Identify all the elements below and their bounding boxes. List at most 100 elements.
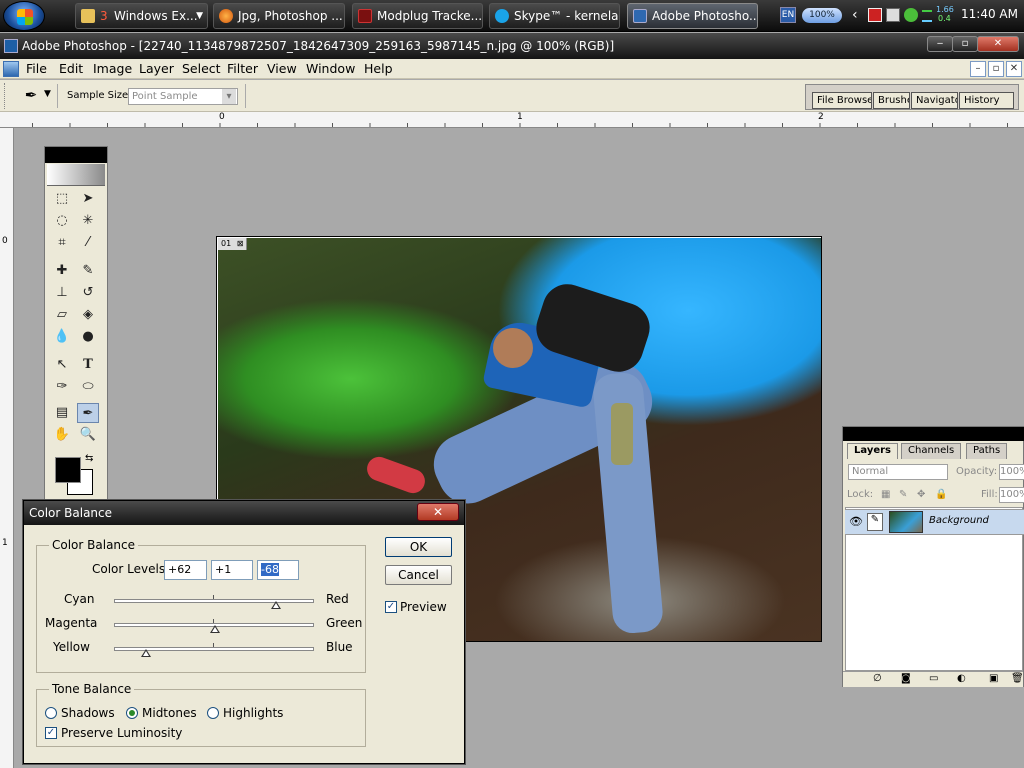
menu-file[interactable]: File — [23, 59, 50, 79]
eye-icon[interactable]: 👁 — [849, 515, 863, 528]
layer-row-background[interactable]: 👁 ✎ Background — [845, 509, 1024, 535]
opacity-input[interactable]: 100% — [999, 464, 1024, 480]
tab-layers[interactable]: Layers — [847, 443, 898, 459]
lock-transparency-icon[interactable]: ▦ — [881, 489, 890, 500]
hand-tool-icon[interactable]: ✋ — [51, 425, 73, 445]
preview-label[interactable]: Preview — [400, 600, 447, 614]
doc-restore-button[interactable]: ▫ — [988, 61, 1004, 77]
history-brush-tool-icon[interactable]: ↺ — [77, 283, 99, 303]
doc-minimize-button[interactable]: – — [970, 61, 986, 77]
lock-all-icon[interactable]: 🔒 — [935, 489, 947, 500]
palette-tab-file-browser[interactable]: File Browse — [812, 92, 872, 109]
menu-layer[interactable]: Layer — [136, 59, 177, 79]
dialog-titlebar[interactable]: Color Balance ✕ — [24, 501, 464, 525]
photoshop-doc-icon[interactable] — [3, 61, 19, 77]
menu-select[interactable]: Select — [179, 59, 224, 79]
mask-icon[interactable]: ◙ — [901, 673, 911, 684]
palette-tab-history[interactable]: History — [959, 92, 1014, 109]
blur-tool-icon[interactable]: 💧 — [51, 327, 73, 347]
midtones-label[interactable]: Midtones — [142, 706, 197, 720]
brush-tool-icon[interactable]: ✎ — [77, 261, 99, 281]
chevron-left-icon[interactable]: ‹ — [852, 7, 858, 23]
maximize-button[interactable]: ▫ — [952, 36, 978, 52]
skype-status-icon[interactable] — [904, 8, 918, 22]
move-tool-icon[interactable]: ➤ — [77, 189, 99, 209]
tool-preset-chevron-icon[interactable]: ▼ — [44, 89, 51, 99]
language-indicator[interactable]: EN — [780, 7, 796, 23]
swap-colors-icon[interactable]: ⇆ — [85, 453, 93, 464]
horizontal-ruler[interactable]: 0 1 2 — [0, 112, 1024, 128]
adjustment-layer-icon[interactable]: ◐ — [957, 673, 966, 684]
foreground-color-swatch[interactable] — [55, 457, 81, 483]
toolbox-header[interactable] — [45, 147, 107, 163]
new-group-icon[interactable]: ▭ — [929, 673, 938, 684]
taskbar-item-firefox[interactable]: Jpg, Photoshop ... — [213, 3, 345, 29]
color-level-magenta-green-input[interactable]: +1 — [211, 560, 253, 580]
vertical-ruler[interactable]: 0 1 — [0, 128, 14, 768]
paint-bucket-tool-icon[interactable]: ◈ — [77, 305, 99, 325]
menu-help[interactable]: Help — [361, 59, 396, 79]
blend-mode-select[interactable]: Normal — [848, 464, 948, 480]
tab-paths[interactable]: Paths — [966, 443, 1008, 459]
minimize-button[interactable]: ‒ — [927, 36, 953, 52]
palette-tab-navigator[interactable]: Navigato — [911, 92, 958, 109]
battery-indicator[interactable]: 100% — [802, 8, 842, 23]
close-icon[interactable]: ⊠ — [237, 239, 244, 248]
color-level-cyan-red-input[interactable]: +62 — [164, 560, 207, 580]
color-level-yellow-blue-input[interactable]: -68 — [257, 560, 299, 580]
eyedropper-icon[interactable]: ✒ — [20, 86, 42, 106]
magic-wand-tool-icon[interactable]: ✳ — [77, 211, 99, 231]
cyan-red-slider[interactable] — [114, 593, 314, 611]
taskbar-item-photoshop[interactable]: Adobe Photosho... — [627, 3, 758, 29]
network-icon[interactable] — [868, 8, 882, 22]
taskbar-item-windows-explorer[interactable]: 3 Windows Ex... ▼ — [75, 3, 208, 29]
menu-edit[interactable]: Edit — [56, 59, 86, 79]
menu-window[interactable]: Window — [303, 59, 358, 79]
start-button[interactable] — [3, 1, 45, 31]
monitor-icon[interactable] — [886, 8, 900, 22]
dodge-tool-icon[interactable]: ● — [77, 327, 99, 347]
cancel-button[interactable]: Cancel — [385, 565, 452, 585]
marquee-tool-icon[interactable]: ⬚ — [51, 189, 73, 209]
menu-view[interactable]: View — [264, 59, 300, 79]
preview-checkbox[interactable]: ✓ — [385, 601, 397, 613]
palette-tab-brushes[interactable]: Brushe — [873, 92, 910, 109]
tab-channels[interactable]: Channels — [901, 443, 962, 459]
highlights-label[interactable]: Highlights — [223, 706, 283, 720]
type-tool-icon[interactable]: T — [77, 355, 99, 375]
yellow-blue-slider-knob[interactable] — [141, 649, 151, 657]
yellow-blue-slider[interactable] — [114, 641, 314, 659]
grip-handle[interactable] — [4, 83, 8, 109]
menu-image[interactable]: Image — [90, 59, 135, 79]
magenta-green-slider[interactable] — [114, 617, 314, 635]
notes-tool-icon[interactable]: ▤ — [51, 403, 73, 423]
layer-style-icon[interactable]: ∅ — [873, 673, 882, 684]
healing-brush-tool-icon[interactable]: ✚ — [51, 261, 73, 281]
midtones-radio[interactable] — [126, 707, 138, 719]
path-selection-tool-icon[interactable]: ↖ — [51, 355, 73, 375]
cyan-red-slider-knob[interactable] — [271, 601, 281, 609]
close-button[interactable]: ✕ — [977, 36, 1019, 52]
dialog-close-button[interactable]: ✕ — [417, 503, 459, 521]
fill-input[interactable]: 100% — [999, 487, 1024, 503]
lock-move-icon[interactable]: ✥ — [917, 489, 925, 500]
ok-button[interactable]: OK — [385, 537, 452, 557]
trash-icon[interactable]: 🗑 — [1011, 673, 1024, 684]
preserve-luminosity-label[interactable]: Preserve Luminosity — [61, 726, 182, 740]
preserve-luminosity-checkbox[interactable]: ✓ — [45, 727, 57, 739]
magenta-green-slider-knob[interactable] — [210, 625, 220, 633]
eraser-tool-icon[interactable]: ▱ — [51, 305, 73, 325]
taskbar-item-skype[interactable]: Skype™ - kernela... — [489, 3, 620, 29]
clock[interactable]: 11:40 AM — [961, 7, 1018, 21]
lock-brush-icon[interactable]: ✎ — [899, 489, 907, 500]
highlights-radio[interactable] — [207, 707, 219, 719]
photoshop-logo-icon[interactable] — [47, 164, 105, 186]
clone-stamp-tool-icon[interactable]: ⊥ — [51, 283, 73, 303]
shadows-radio[interactable] — [45, 707, 57, 719]
document-tab[interactable]: 01 ⊠ — [218, 238, 248, 250]
doc-close-button[interactable]: ✕ — [1006, 61, 1022, 77]
slice-tool-icon[interactable]: ⁄ — [77, 233, 99, 253]
lasso-tool-icon[interactable]: ◌ — [51, 211, 73, 231]
taskbar-item-modplug[interactable]: Modplug Tracke... — [352, 3, 483, 29]
palette-header[interactable] — [843, 427, 1024, 441]
